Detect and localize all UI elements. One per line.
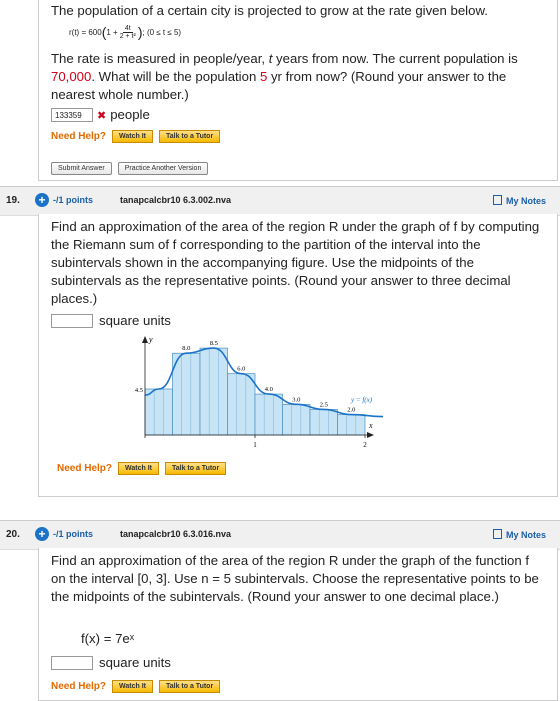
q19-help-row: Need Help? Watch It Talk to a Tutor bbox=[57, 462, 227, 475]
need-help-label: Need Help? bbox=[51, 131, 107, 142]
riemann-sum-figure: 4.5 8.0 8.5 6.0 4.0 3.0 2.5 2.0 y x 1 2 y = f(x… bbox=[135, 335, 384, 449]
q19-answer-input[interactable] bbox=[51, 314, 93, 328]
my-notes-link[interactable]: My Notes bbox=[492, 529, 546, 540]
notes-icon bbox=[492, 529, 502, 539]
x-tick-label: 1 bbox=[253, 441, 257, 449]
q20-function: f(x) = 7eˣ bbox=[81, 631, 135, 646]
question-19-header: 19. + -/1 points tanapcalcbr10 6.3.002.n… bbox=[0, 186, 560, 216]
q18-paragraph: The rate is measured in people/year, t y… bbox=[51, 51, 518, 102]
watch-it-button[interactable]: Watch It bbox=[118, 462, 159, 475]
talk-to-tutor-button[interactable]: Talk to a Tutor bbox=[158, 680, 221, 693]
question-18-panel: The population of a certain city is proj… bbox=[38, 0, 558, 181]
bar-value-label: 2.0 bbox=[347, 407, 355, 414]
q18-answer-row: 133359 ✖ people bbox=[51, 106, 150, 124]
x-axis-arrow bbox=[367, 432, 374, 438]
q18-help-row: Need Help? Watch It Talk to a Tutor bbox=[51, 130, 221, 143]
talk-to-tutor-button[interactable]: Talk to a Tutor bbox=[164, 462, 227, 475]
question-number: 19. bbox=[6, 195, 20, 206]
riemann-bar bbox=[282, 403, 311, 436]
notes-icon bbox=[492, 195, 502, 205]
expand-plus-icon[interactable]: + bbox=[35, 527, 49, 541]
question-code: tanapcalcbr10 6.3.016.nva bbox=[120, 529, 232, 539]
q18-formula: r(t) = 600 ( 1 + 4t 2 + t² ) ; (0 ≤ t ≤ … bbox=[69, 24, 182, 40]
bar-value-label: 4.0 bbox=[265, 386, 273, 393]
bar-value-label: 8.5 bbox=[210, 340, 218, 347]
q19-answer-row: square units bbox=[51, 312, 171, 330]
bar-value-label: 6.0 bbox=[237, 366, 245, 373]
q19-units: square units bbox=[99, 313, 171, 328]
riemann-bar bbox=[254, 393, 283, 436]
bar-value-label: 3.0 bbox=[292, 396, 300, 403]
riemann-bar bbox=[172, 352, 201, 436]
question-20-panel: Find an approximation of the area of the… bbox=[38, 548, 558, 701]
riemann-bar bbox=[227, 373, 256, 436]
riemann-bar bbox=[144, 388, 173, 436]
points-label: -/1 points bbox=[53, 195, 93, 205]
points-label: -/1 points bbox=[53, 529, 93, 539]
q20-text: Find an approximation of the area of the… bbox=[51, 553, 539, 604]
riemann-bar bbox=[337, 414, 366, 436]
q18-units: people bbox=[110, 107, 150, 122]
question-20-header: 20. + -/1 points tanapcalcbr10 6.3.016.n… bbox=[0, 520, 560, 550]
my-notes-link[interactable]: My Notes bbox=[492, 195, 546, 206]
talk-to-tutor-button[interactable]: Talk to a Tutor bbox=[158, 130, 221, 143]
y-axis-arrow bbox=[142, 336, 148, 343]
q20-answer-row: square units bbox=[51, 654, 171, 672]
y-axis-label: y bbox=[148, 335, 153, 344]
q20-units: square units bbox=[99, 655, 171, 670]
bar-value-label: 4.5 bbox=[135, 387, 143, 394]
expand-plus-icon[interactable]: + bbox=[35, 193, 49, 207]
bar-value-label: 8.0 bbox=[182, 345, 190, 352]
q18-intro: The population of a certain city is proj… bbox=[51, 3, 488, 18]
q18-answer-input[interactable]: 133359 bbox=[51, 108, 93, 122]
question-19-panel: Find an approximation of the area of the… bbox=[38, 214, 558, 497]
riemann-bar bbox=[309, 409, 338, 436]
x-tick-label: 2 bbox=[363, 441, 367, 449]
question-number: 20. bbox=[6, 529, 20, 540]
q19-text: Find an approximation of the area of the… bbox=[51, 219, 540, 306]
bar-value-label: 2.5 bbox=[320, 401, 328, 408]
riemann-bar bbox=[199, 347, 228, 436]
q20-answer-input[interactable] bbox=[51, 656, 93, 670]
watch-it-button[interactable]: Watch It bbox=[112, 680, 153, 693]
q18-actions: Submit Answer Practice Another Version bbox=[51, 162, 209, 175]
curve-label: y = f(x) bbox=[350, 396, 373, 404]
need-help-label: Need Help? bbox=[57, 463, 113, 474]
submit-answer-button[interactable]: Submit Answer bbox=[51, 162, 112, 175]
x-axis-label: x bbox=[368, 421, 373, 430]
incorrect-icon: ✖ bbox=[97, 109, 107, 122]
practice-another-version-button[interactable]: Practice Another Version bbox=[117, 162, 209, 175]
question-code: tanapcalcbr10 6.3.002.nva bbox=[120, 195, 232, 205]
need-help-label: Need Help? bbox=[51, 681, 107, 692]
q20-help-row: Need Help? Watch It Talk to a Tutor bbox=[51, 680, 221, 693]
watch-it-button[interactable]: Watch It bbox=[112, 130, 153, 143]
